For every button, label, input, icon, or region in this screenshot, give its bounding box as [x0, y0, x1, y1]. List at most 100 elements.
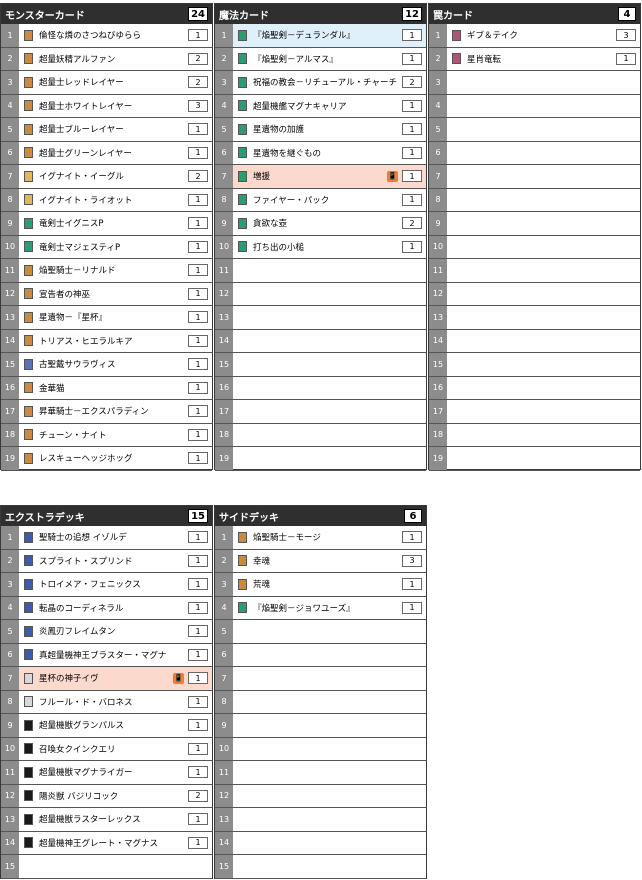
card-name[interactable]: 超量機獣ラスターレックス: [39, 813, 188, 825]
card-name[interactable]: 古聖戴サウラヴィス: [39, 358, 188, 370]
card-name[interactable]: 超量妖精アルファン: [39, 53, 188, 65]
row-number: 6: [215, 643, 233, 666]
table-row[interactable]: 2 超量妖精アルファン 2: [1, 47, 212, 71]
table-row[interactable]: 19 レスキューヘッジホッグ 1: [1, 447, 212, 471]
table-row[interactable]: 7 星杯の神子イヴ 📱 1: [1, 667, 212, 691]
card-name[interactable]: トロイメア・フェニックス: [39, 578, 188, 590]
card-name[interactable]: 焔聖騎士－リナルド: [39, 264, 188, 276]
card-name[interactable]: 昇華騎士－エクスパラディン: [39, 405, 188, 417]
table-row[interactable]: 8 イグナイト・ライオット 1: [1, 188, 212, 212]
card-name[interactable]: スプライト・スプリンド: [39, 555, 188, 567]
card-name[interactable]: 超量士ホワイトレイヤー: [39, 100, 188, 112]
table-row[interactable]: 12 陽炎獣 バジリコック 2: [1, 784, 212, 808]
card-name[interactable]: イグナイト・イーグル: [39, 170, 188, 182]
card-name[interactable]: 星遺物の加護: [253, 123, 402, 135]
card-name[interactable]: イグナイト・ライオット: [39, 194, 188, 206]
card-name[interactable]: 竜剣士マジェスティP: [39, 241, 188, 253]
table-row[interactable]: 1 ギブ＆テイク 3: [429, 24, 640, 48]
table-row[interactable]: 14 トリアス・ヒエラルキア 1: [1, 329, 212, 353]
card-name[interactable]: 炎鳳刃フレイムタン: [39, 625, 188, 637]
card-name[interactable]: 『焔聖剣－アルマス』: [253, 53, 402, 65]
table-row[interactable]: 5 超量士ブルーレイヤー 1: [1, 118, 212, 142]
card-name[interactable]: 竜剣士イグニスP: [39, 217, 188, 229]
table-row[interactable]: 4 『焔聖剣－ジョワユーズ』 1: [215, 596, 426, 620]
card-name[interactable]: 星遺物－『星杯』: [39, 311, 188, 323]
card-name[interactable]: 貪欲な壺: [253, 217, 402, 229]
table-row[interactable]: 18 チューン・ナイト 1: [1, 423, 212, 447]
table-row[interactable]: 12 宣告者の神巫 1: [1, 282, 212, 306]
card-name[interactable]: 星肖竜転: [467, 53, 616, 65]
table-row[interactable]: 4 超量士ホワイトレイヤー 3: [1, 94, 212, 118]
table-row[interactable]: 2 スプライト・スプリンド 1: [1, 549, 212, 573]
table-row[interactable]: 6 超量士グリーンレイヤー 1: [1, 141, 212, 165]
table-row[interactable]: 16 金華猫 1: [1, 376, 212, 400]
card-name[interactable]: レスキューヘッジホッグ: [39, 452, 188, 464]
card-name[interactable]: トリアス・ヒエラルキア: [39, 335, 188, 347]
table-row[interactable]: 13 超量機獣ラスターレックス 1: [1, 808, 212, 832]
card-name[interactable]: 転晶のコーディネラル: [39, 602, 188, 614]
card-name[interactable]: ギブ＆テイク: [467, 29, 616, 41]
card-name[interactable]: 超量機獣マグナライガー: [39, 766, 188, 778]
card-name[interactable]: 幸魂: [253, 555, 402, 567]
table-row[interactable]: 5 炎鳳刃フレイムタン 1: [1, 620, 212, 644]
card-name[interactable]: 焔聖騎士－モージ: [253, 531, 402, 543]
card-name[interactable]: 『焔聖剣－デュランダル』: [253, 29, 402, 41]
table-row[interactable]: 1 聖騎士の追想 イゾルデ 1: [1, 526, 212, 550]
table-row[interactable]: 8 フルール・ド・バロネス 1: [1, 690, 212, 714]
table-row[interactable]: 2 『焔聖剣－アルマス』 1: [215, 47, 426, 71]
card-name[interactable]: 超量機神王グレート・マグナス: [39, 837, 188, 849]
card-name[interactable]: 超量機艦マグナキャリア: [253, 100, 402, 112]
card-name[interactable]: 聖騎士の追想 イゾルデ: [39, 531, 188, 543]
table-row[interactable]: 13 星遺物－『星杯』 1: [1, 306, 212, 330]
table-row[interactable]: 6 星遺物を継ぐもの 1: [215, 141, 426, 165]
table-row[interactable]: 6 真超量機神王ブラスター・マグナ 1: [1, 643, 212, 667]
table-row[interactable]: 5 星遺物の加護 1: [215, 118, 426, 142]
card-name[interactable]: 超量士レッドレイヤー: [39, 76, 188, 88]
table-row[interactable]: 9 貪欲な壺 2: [215, 212, 426, 236]
table-row[interactable]: 7 イグナイト・イーグル 2: [1, 165, 212, 189]
card-name[interactable]: 宣告者の神巫: [39, 288, 188, 300]
card-name[interactable]: ファイヤー・パック: [253, 194, 402, 206]
table-row[interactable]: 17 昇華騎士－エクスパラディン 1: [1, 400, 212, 424]
card-name[interactable]: 超量機獣グランパルス: [39, 719, 188, 731]
card-name[interactable]: 星杯の神子イヴ: [39, 672, 173, 684]
table-row[interactable]: 4 超量機艦マグナキャリア 1: [215, 94, 426, 118]
table-row[interactable]: 7 増援 📱 1: [215, 165, 426, 189]
table-row[interactable]: 3 祝福の教会－リチューアル・チャーチ 2: [215, 71, 426, 95]
quantity-box: 1: [402, 578, 422, 591]
card-name[interactable]: 倫怪な燐のさつねびゆらら: [39, 29, 188, 41]
card-name[interactable]: 荒魂: [253, 578, 402, 590]
card-name[interactable]: 金華猫: [39, 382, 188, 394]
table-row[interactable]: 9 竜剣士イグニスP 1: [1, 212, 212, 236]
card-name[interactable]: 召喚女クインクエリ: [39, 743, 188, 755]
table-row[interactable]: 14 超量機神王グレート・マグナス 1: [1, 831, 212, 855]
table-row[interactable]: 11 超量機獣マグナライガー 1: [1, 761, 212, 785]
card-name[interactable]: チューン・ナイト: [39, 429, 188, 441]
table-row[interactable]: 3 荒魂 1: [215, 573, 426, 597]
card-name[interactable]: フルール・ド・バロネス: [39, 696, 188, 708]
card-name[interactable]: 星遺物を継ぐもの: [253, 147, 402, 159]
table-row[interactable]: 15 古聖戴サウラヴィス 1: [1, 353, 212, 377]
card-name[interactable]: 超量士グリーンレイヤー: [39, 147, 188, 159]
table-row[interactable]: 2 幸魂 3: [215, 549, 426, 573]
card-name[interactable]: 『焔聖剣－ジョワユーズ』: [253, 602, 402, 614]
table-row[interactable]: 10 竜剣士マジェスティP 1: [1, 235, 212, 259]
table-row[interactable]: 4 転晶のコーディネラル 1: [1, 596, 212, 620]
table-row[interactable]: 2 星肖竜転 1: [429, 47, 640, 71]
table-row[interactable]: 8 ファイヤー・パック 1: [215, 188, 426, 212]
card-name[interactable]: 祝福の教会－リチューアル・チャーチ: [253, 76, 402, 88]
table-row[interactable]: 10 打ち出の小槌 1: [215, 235, 426, 259]
table-row[interactable]: 1 焔聖騎士－モージ 1: [215, 526, 426, 550]
table-row[interactable]: 3 超量士レッドレイヤー 2: [1, 71, 212, 95]
table-row[interactable]: 3 トロイメア・フェニックス 1: [1, 573, 212, 597]
card-name[interactable]: 陽炎獣 バジリコック: [39, 790, 188, 802]
card-name[interactable]: 増援: [253, 170, 387, 182]
table-row[interactable]: 10 召喚女クインクエリ 1: [1, 737, 212, 761]
card-name[interactable]: 真超量機神王ブラスター・マグナ: [39, 649, 188, 661]
card-name[interactable]: 打ち出の小槌: [253, 241, 402, 253]
card-name[interactable]: 超量士ブルーレイヤー: [39, 123, 188, 135]
table-row[interactable]: 1 『焔聖剣－デュランダル』 1: [215, 24, 426, 48]
table-row[interactable]: 1 倫怪な燐のさつねびゆらら 1: [1, 24, 212, 48]
table-row[interactable]: 9 超量機獣グランパルス 1: [1, 714, 212, 738]
table-row[interactable]: 11 焔聖騎士－リナルド 1: [1, 259, 212, 283]
